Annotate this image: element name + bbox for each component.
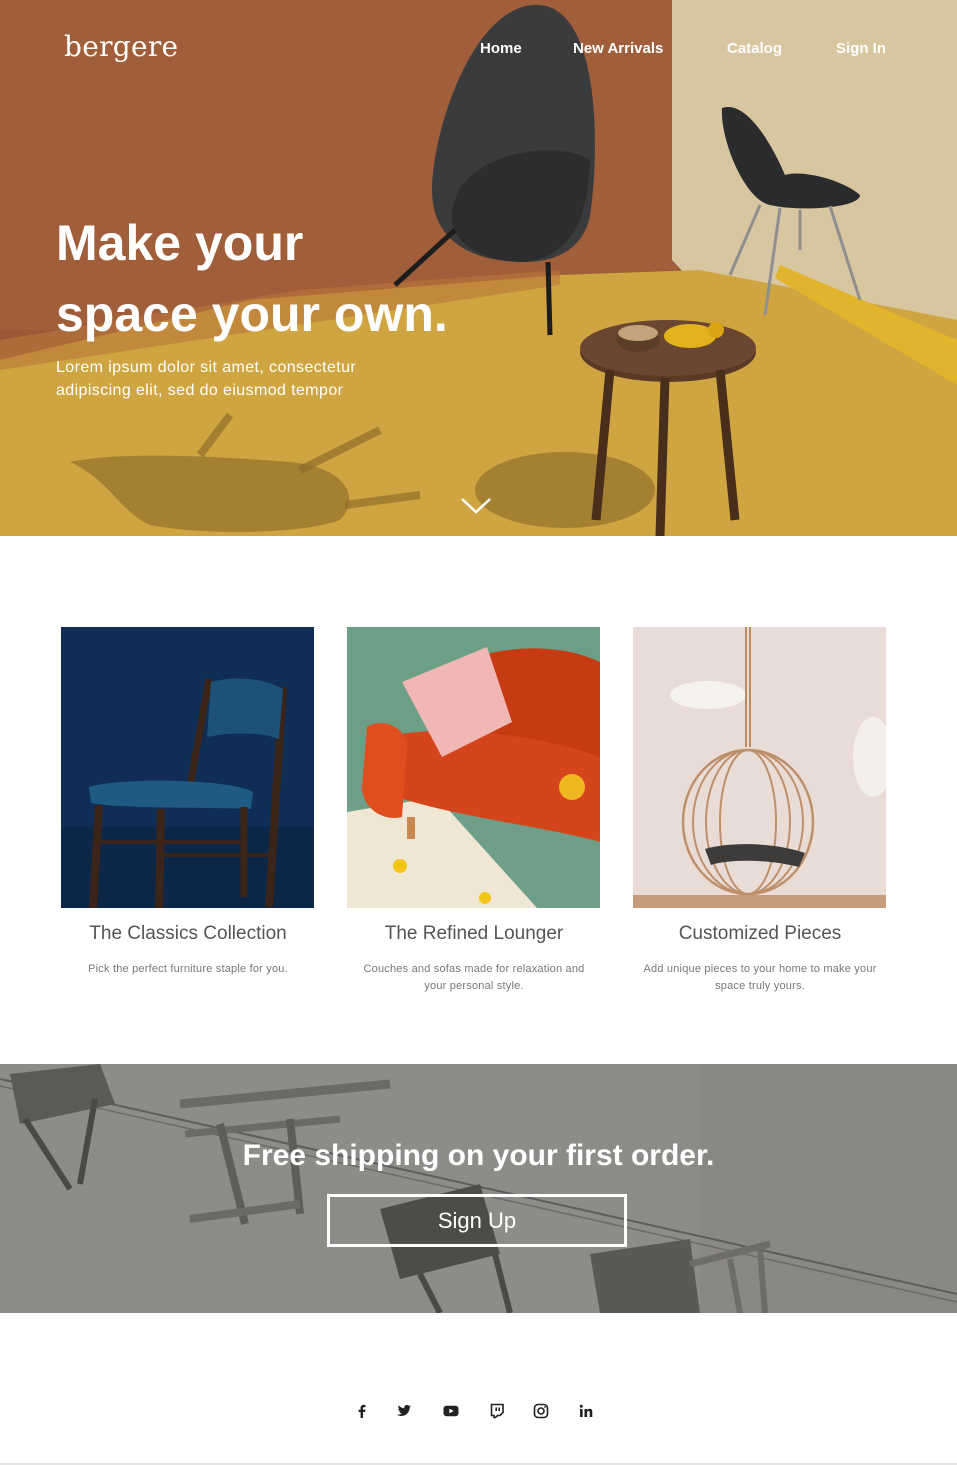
card-customized[interactable]: Customized Pieces Add unique pieces to y… — [633, 627, 887, 995]
nav-sign-in-link[interactable]: Sign In — [836, 40, 886, 57]
hanging-chair-image — [633, 627, 886, 908]
youtube-icon[interactable] — [442, 1402, 460, 1420]
floating-chairs-photo — [0, 1064, 957, 1313]
promo-banner — [0, 1064, 957, 1313]
card-title: The Refined Lounger — [384, 923, 564, 944]
card-title: Customized Pieces — [678, 923, 842, 944]
footer — [0, 1313, 957, 1465]
twitch-icon[interactable] — [488, 1402, 506, 1420]
nav-home-link[interactable]: Home — [480, 40, 522, 57]
hero-title-line-2: space your own. — [56, 286, 448, 342]
linkedin-icon[interactable] — [577, 1402, 595, 1420]
hero-title-line-1: Make your — [56, 215, 304, 271]
card-title: The Classics Collection — [89, 923, 287, 944]
facebook-icon[interactable] — [353, 1402, 371, 1420]
card-description: Add unique pieces to your home to make y… — [643, 963, 877, 992]
hero-subtitle: Lorem ipsum dolor sit amet, consectetur … — [56, 359, 357, 399]
instagram-icon[interactable] — [532, 1402, 550, 1420]
card-description: Couches and sofas made for relaxation an… — [363, 963, 585, 992]
hero-title: Make your space your own. — [56, 208, 536, 350]
card-lounger[interactable]: The Refined Lounger Couches and sofas ma… — [347, 627, 601, 995]
nav-catalog-link[interactable]: Catalog — [727, 40, 782, 57]
chevron-down-icon[interactable] — [459, 494, 493, 516]
card-description: Pick the perfect furniture staple for yo… — [88, 963, 288, 975]
classics-chair-image — [61, 627, 314, 908]
orange-sofa-image — [347, 627, 600, 908]
card-classics[interactable]: The Classics Collection Pick the perfect… — [61, 627, 315, 978]
main-nav: Home New Arrivals Catalog Sign In — [0, 40, 957, 60]
nav-new-arrivals-link[interactable]: New Arrivals — [573, 40, 663, 57]
promo-title: Free shipping on your first order. — [242, 1139, 715, 1172]
hero-section: bergere Home New Arrivals Catalog Sign I… — [0, 0, 957, 536]
sign-up-button[interactable]: Sign Up — [327, 1194, 627, 1247]
twitter-icon[interactable] — [395, 1402, 413, 1420]
